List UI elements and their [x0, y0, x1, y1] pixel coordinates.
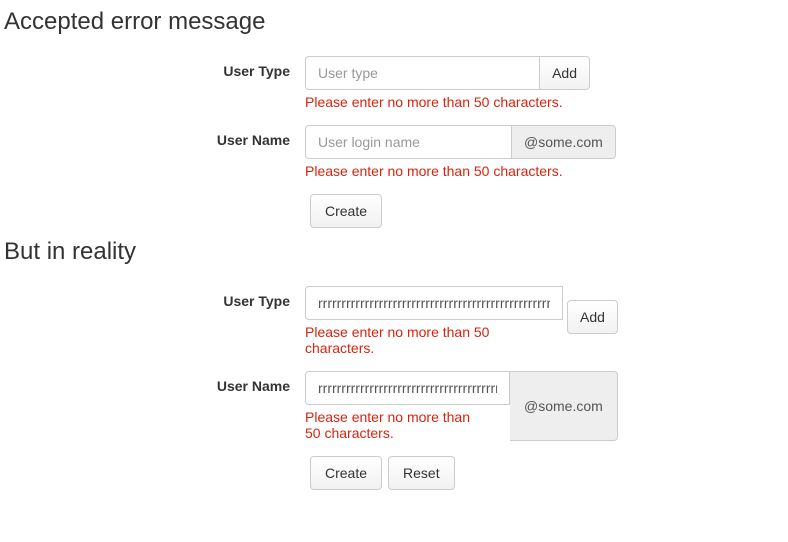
domain-addon-a: @some.com	[511, 125, 616, 159]
input-user-type-b[interactable]	[305, 286, 563, 320]
create-button-b[interactable]: Create	[310, 456, 382, 490]
domain-addon-b: @some.com	[510, 371, 618, 441]
section-accepted: Accepted error message User Type Add Ple…	[0, 8, 788, 228]
error-user-name-b: Please enter no more than 50 characters.	[305, 409, 485, 441]
form-group-user-name-a: User Name @some.com Please enter no more…	[0, 125, 788, 179]
create-button-a[interactable]: Create	[310, 194, 382, 228]
error-user-name-a: Please enter no more than 50 characters.	[305, 163, 590, 179]
form-group-user-type-a: User Type Add Please enter no more than …	[0, 56, 788, 110]
input-user-name-b[interactable]	[305, 371, 510, 405]
input-user-type-a[interactable]	[305, 56, 539, 90]
heading-reality: But in reality	[4, 238, 788, 266]
label-user-name-b: User Name	[0, 371, 305, 394]
label-user-name-a: User Name	[0, 125, 305, 148]
heading-accepted: Accepted error message	[4, 8, 788, 36]
add-button-b[interactable]: Add	[567, 300, 618, 334]
input-user-name-a[interactable]	[305, 125, 511, 159]
error-user-type-b: Please enter no more than 50 characters.	[305, 324, 505, 356]
section-reality: But in reality User Type Please enter no…	[0, 238, 788, 490]
form-group-user-name-b: User Name Please enter no more than 50 c…	[0, 371, 788, 441]
label-user-type-b: User Type	[0, 286, 305, 309]
error-user-type-a: Please enter no more than 50 characters.	[305, 94, 590, 110]
form-group-user-type-b: User Type Please enter no more than 50 c…	[0, 286, 788, 356]
reset-button-b[interactable]: Reset	[388, 456, 455, 490]
add-button-a[interactable]: Add	[539, 56, 590, 90]
label-user-type-a: User Type	[0, 56, 305, 79]
